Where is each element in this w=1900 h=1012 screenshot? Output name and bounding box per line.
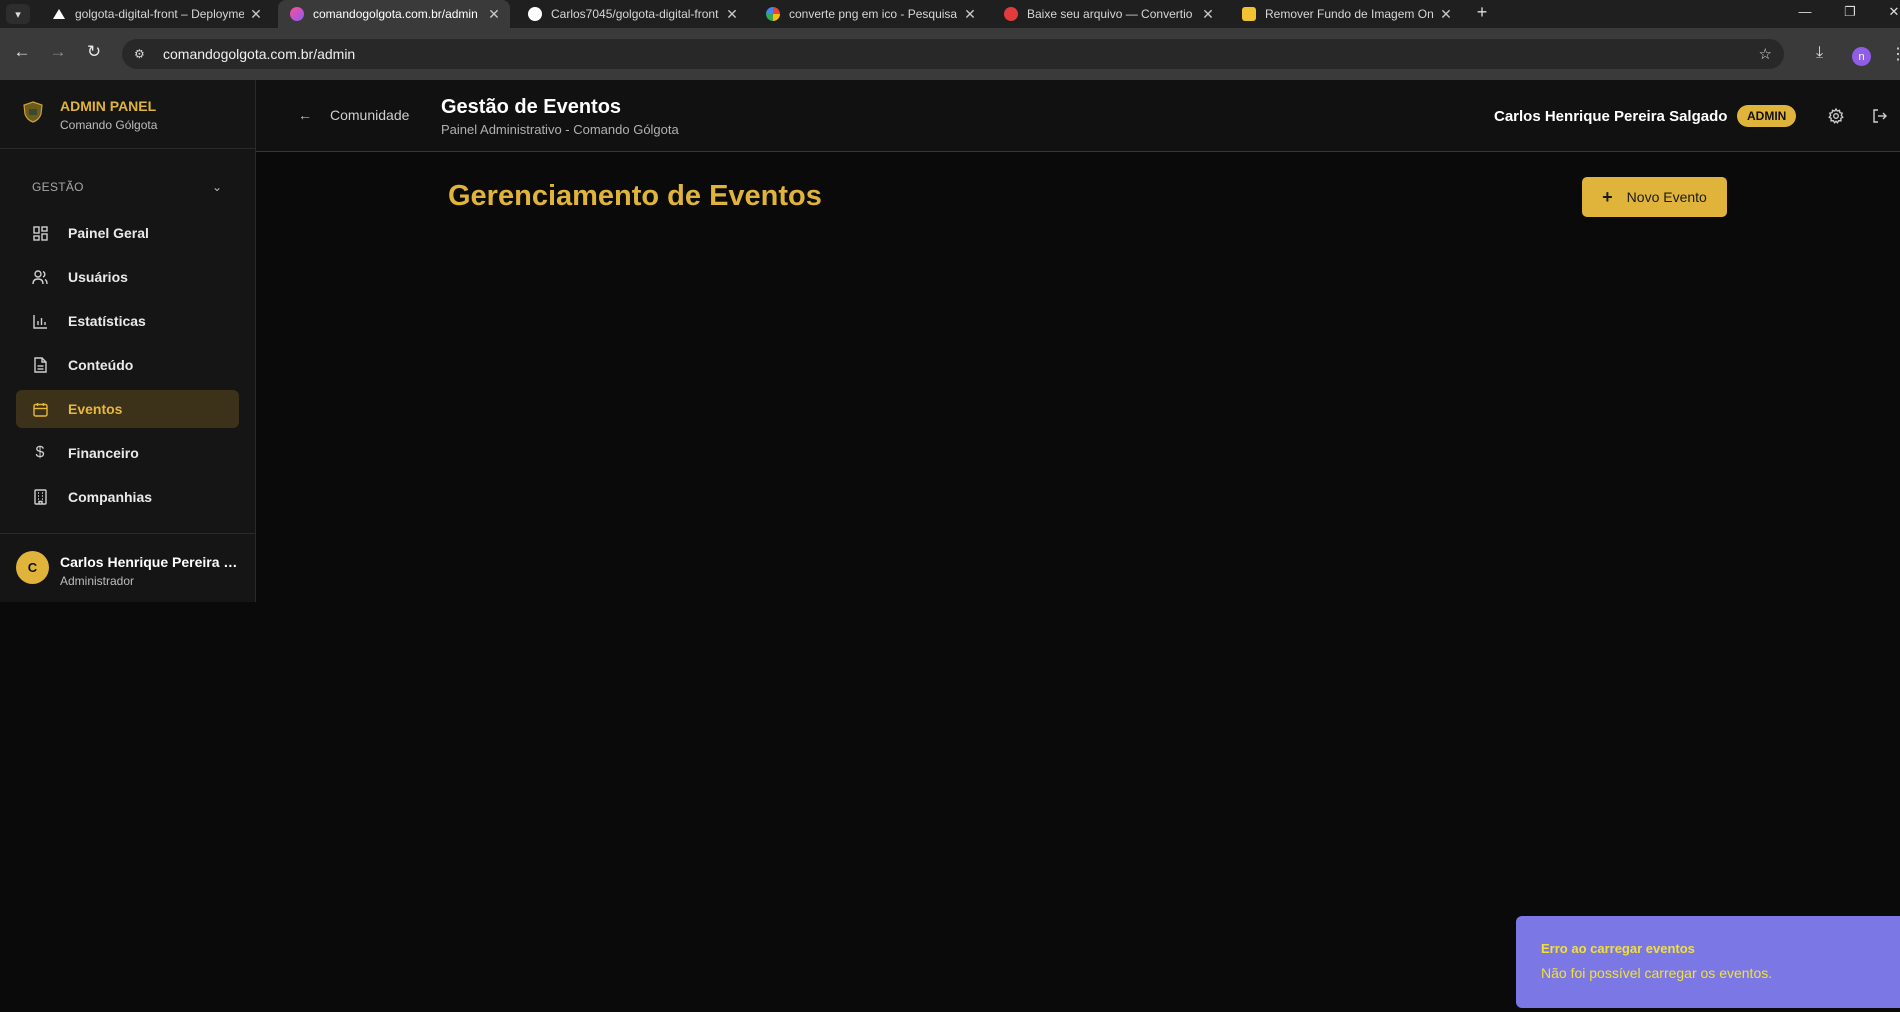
arrow-left-icon: ← [298,107,312,123]
close-tab-icon[interactable]: ✕ [1438,6,1454,23]
browser-tab-github[interactable]: Carlos7045/golgota-digital-front ✕ [516,0,748,28]
tab-title: Remover Fundo de Imagem Online [1265,7,1434,21]
back-to-community-link[interactable]: ← Comunidade [298,107,409,123]
browser-tab-vercel[interactable]: golgota-digital-front – Deployments ✕ [40,0,272,28]
browser-tab-removebg[interactable]: Remover Fundo de Imagem Online ✕ [1230,0,1462,28]
sidebar: ADMIN PANEL Comando Gólgota GESTÃO ⌄ Pai… [0,80,256,602]
tab-title: golgota-digital-front – Deployments [75,7,244,21]
sidebar-item-usuarios[interactable]: Usuários [16,258,239,296]
close-tab-icon[interactable]: ✕ [724,6,740,23]
new-event-label: Novo Evento [1626,189,1707,205]
sidebar-item-label: Painel Geral [68,225,149,241]
address-bar[interactable]: ⚙ comandogolgota.com.br/admin ☆ [122,39,1784,69]
sidebar-item-label: Eventos [68,401,123,417]
role-badge: ADMIN [1737,105,1797,127]
users-icon [31,268,49,286]
brand-header: ADMIN PANEL Comando Gólgota [0,80,255,149]
settings-gear-icon[interactable] [1825,105,1847,127]
close-tab-icon[interactable]: ✕ [486,6,502,23]
calendar-icon [31,400,49,418]
url-text[interactable]: comandogolgota.com.br/admin [163,46,355,62]
building-icon [31,488,49,506]
bar-chart-icon [31,312,49,330]
menu-dots-icon[interactable]: ⋮ [1890,44,1900,64]
plus-icon: + [1602,186,1613,207]
sidebar-item-companhias[interactable]: Companhias [16,478,239,516]
close-tab-icon[interactable]: ✕ [962,6,978,23]
sidebar-item-label: Usuários [68,269,128,285]
sidebar-item-painel-geral[interactable]: Painel Geral [16,214,239,252]
chevron-down-icon: ⌄ [211,180,222,194]
section-label: GESTÃO [32,180,84,194]
error-toast[interactable]: Erro ao carregar eventos Não foi possíve… [1516,916,1900,1008]
browser-tab-bar: ▾ golgota-digital-front – Deployments ✕ … [0,0,1900,28]
convertio-icon [1004,7,1018,21]
user-role: Administrador [60,574,135,588]
toast-message: Não foi possível carregar os eventos. [1541,965,1773,981]
tab-search-button[interactable]: ▾ [6,4,30,24]
sidebar-item-label: Companhias [68,489,153,505]
sidebar-item-financeiro[interactable]: $ Financeiro [16,434,239,472]
tab-title: Carlos7045/golgota-digital-front [551,7,719,21]
logout-icon[interactable] [1869,105,1891,127]
browser-tab-admin[interactable]: comandogolgota.com.br/admin ✕ [278,0,510,28]
section-toggle-gestao[interactable]: GESTÃO ⌄ [32,178,222,196]
forward-arrow-icon[interactable]: → [47,42,69,62]
lovable-icon [290,7,304,21]
page-header: ← Comunidade Gestão de Eventos Painel Ad… [256,80,1900,152]
sidebar-item-eventos[interactable]: Eventos [16,390,239,428]
avatar: C [16,551,49,584]
brand-title: ADMIN PANEL [60,98,157,114]
sidebar-user-card[interactable]: C Carlos Henrique Pereira S... Administr… [0,533,255,602]
site-settings-icon[interactable]: ⚙ [134,47,150,61]
new-event-button[interactable]: + Novo Evento [1582,177,1727,217]
close-tab-icon[interactable]: ✕ [248,6,264,23]
page-title: Gestão de Eventos [441,96,622,118]
toast-title: Erro ao carregar eventos [1541,941,1695,956]
sidebar-item-label: Estatísticas [68,313,146,329]
page-subtitle: Painel Administrativo - Comando Gólgota [441,122,679,137]
browser-tab-convertio[interactable]: Baixe seu arquivo — Convertio ✕ [992,0,1224,28]
tab-title: Baixe seu arquivo — Convertio [1027,7,1193,21]
minimize-icon[interactable]: — [1795,4,1815,19]
reload-icon[interactable]: ↻ [83,42,105,62]
remove-bg-icon [1242,7,1256,21]
close-tab-icon[interactable]: ✕ [1200,6,1216,23]
profile-avatar[interactable]: n [1852,47,1871,66]
sidebar-item-label: Financeiro [68,445,139,461]
google-icon [766,7,780,21]
vercel-icon [52,7,66,21]
dashboard-icon [31,224,49,242]
address-toolbar: ← → ↻ ⚙ comandogolgota.com.br/admin ☆ ⤓ … [0,28,1900,80]
bookmark-star-icon[interactable]: ☆ [1759,45,1772,63]
download-icon[interactable]: ⤓ [1816,44,1823,62]
header-user-name: Carlos Henrique Pereira Salgado [1494,108,1728,125]
sidebar-item-label: Conteúdo [68,357,134,373]
shield-logo-icon [23,101,43,123]
new-tab-icon[interactable]: + [1472,2,1492,23]
sidebar-item-estatisticas[interactable]: Estatísticas [16,302,239,340]
document-icon [31,356,49,374]
user-name: Carlos Henrique Pereira S... [60,554,240,570]
brand-subtitle: Comando Gólgota [60,118,158,132]
github-icon [528,7,542,21]
back-label: Comunidade [330,107,410,123]
sidebar-item-conteudo[interactable]: Conteúdo [16,346,239,384]
dollar-icon: $ [35,444,45,461]
browser-tab-google[interactable]: converte png em ico - Pesquisa Google ✕ [754,0,986,28]
restore-icon[interactable]: ❐ [1840,4,1860,20]
events-heading: Gerenciamento de Eventos [448,180,822,212]
back-arrow-icon[interactable]: ← [11,42,33,62]
tab-title: comandogolgota.com.br/admin [313,7,478,21]
tab-title: converte png em ico - Pesquisa Google [789,7,958,21]
close-window-icon[interactable]: ✕ [1884,4,1900,20]
